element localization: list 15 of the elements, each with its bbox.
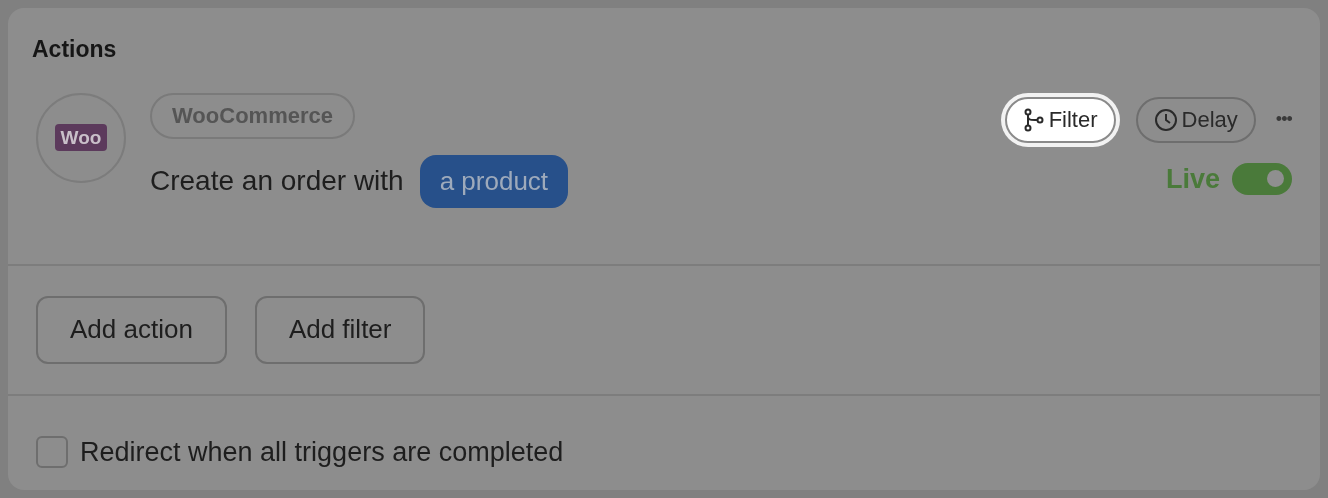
redirect-label: Redirect when all triggers are completed	[80, 435, 564, 469]
redirect-checkbox[interactable]	[36, 435, 68, 468]
app-tag: WooCommerce	[150, 92, 355, 139]
section-title: Actions	[31, 35, 118, 64]
logo-text: Woo	[54, 124, 108, 151]
product-token[interactable]: a product	[419, 154, 569, 208]
branch-icon	[1022, 107, 1045, 132]
clock-icon	[1153, 107, 1178, 132]
live-toggle[interactable]	[1232, 162, 1292, 195]
status-label: Live	[1165, 162, 1220, 196]
add-filter-button[interactable]: Add filter	[254, 295, 426, 364]
action-description: Create an order with	[150, 164, 404, 198]
delay-button[interactable]: Delay	[1135, 96, 1256, 143]
more-button[interactable]: •••	[1275, 106, 1292, 133]
add-action-button[interactable]: Add action	[36, 295, 227, 364]
